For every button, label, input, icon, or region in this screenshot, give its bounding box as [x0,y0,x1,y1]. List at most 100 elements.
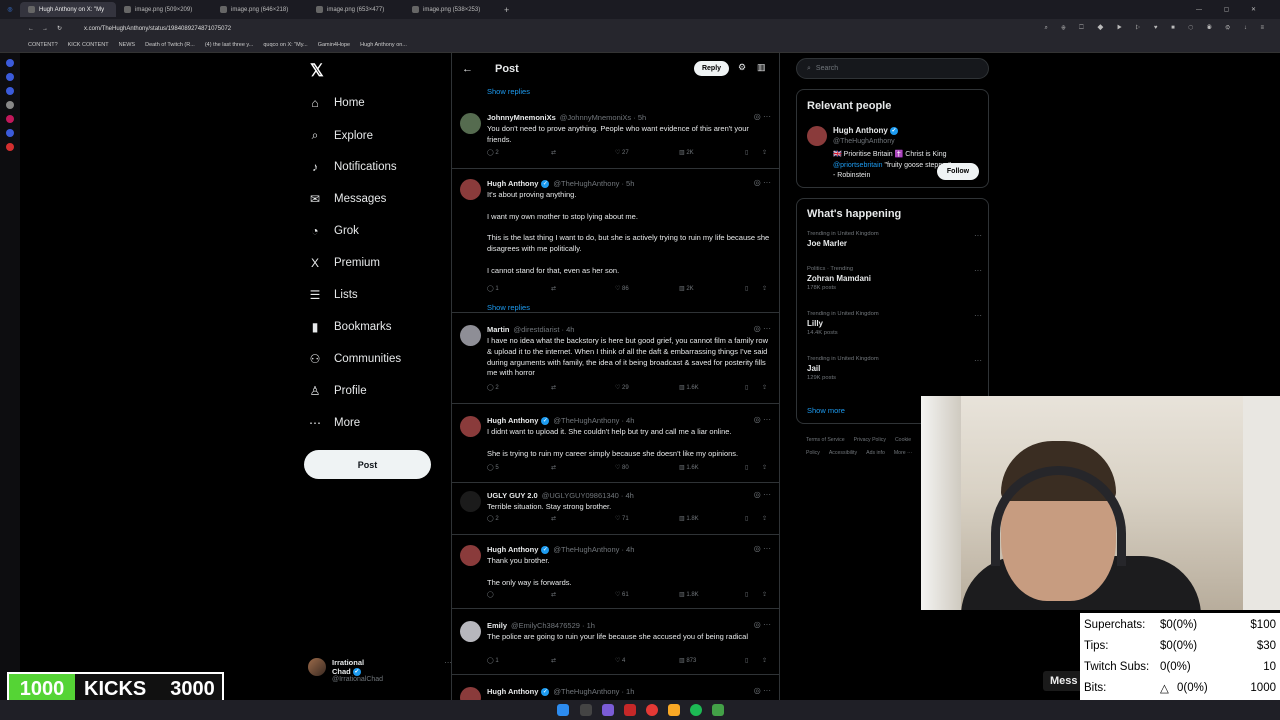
like-button[interactable]: ♡ 86 [615,285,629,292]
bookmark-item[interactable]: Hugh Anthony on... [360,42,407,48]
tweet-author-name[interactable]: Hugh Anthony [487,179,538,188]
bookmark-icon[interactable]: ▯ [745,515,748,522]
bookmark-item[interactable]: quqco on X: "My... [263,42,307,48]
tweet-avatar[interactable] [460,545,481,566]
app-icon[interactable] [624,704,636,716]
bookmark-icon[interactable]: ▯ [745,384,748,391]
url-field[interactable]: x.com/TheHughAnthony/status/198408927487… [84,26,231,32]
reload-icon[interactable]: ↻ [57,25,62,32]
tweet-avatar[interactable] [460,687,481,700]
settings-icon[interactable]: ⚙ [738,62,746,73]
show-replies-link[interactable]: Show replies [487,87,530,96]
tweet-more-icon[interactable]: ◎ ··· [754,112,771,121]
forward-icon[interactable]: → [42,26,48,32]
views-button[interactable]: ▥ 2K [679,285,694,292]
reply-button[interactable]: Reply [694,61,729,76]
views-button[interactable]: ▥ 1.8K [679,591,699,598]
reply-button[interactable]: ◯ 2 [487,515,499,522]
share-icon[interactable]: ⇪ [762,149,767,156]
share-icon[interactable]: ⇪ [762,464,767,471]
bookmark-item[interactable]: Death of Twitch (R... [145,42,195,48]
nav-item-more[interactable]: ⋯ More [308,416,360,430]
app-icon[interactable] [712,704,724,716]
person-name[interactable]: Hugh Anthony [833,126,888,135]
tweet-more-icon[interactable]: ◎ ··· [754,620,771,629]
new-tab-icon[interactable]: + [504,5,509,15]
trend-more-icon[interactable]: ··· [974,311,982,320]
tweet-author-name[interactable]: Hugh Anthony [487,545,538,554]
follow-button[interactable]: Follow [937,163,979,180]
person-bio-link[interactable]: @priortsebritain [833,162,883,169]
tweet-more-icon[interactable]: ◎ ··· [754,686,771,695]
bookmark-icon[interactable]: ▯ [745,657,748,664]
tweet-more-icon[interactable]: ◎ ··· [754,490,771,499]
tweet[interactable]: Martin @direstdiarist · 4h ◎ ··· I have no … [452,319,779,404]
sidebar-app-icon[interactable] [6,101,14,109]
reply-button[interactable]: ◯ [487,591,494,598]
like-button[interactable]: ♡ 80 [615,464,629,471]
footer-link[interactable]: More ··· [894,450,912,456]
tweet[interactable]: Emily @EmilyCh38476529 · 1h ◎ ··· The polic… [452,615,779,675]
browser-menu-icon[interactable]: ◎ [0,6,20,13]
like-button[interactable]: ♡ 4 [615,657,625,664]
repost-button[interactable]: ⇄ [551,515,556,522]
tweet-author-name[interactable]: Hugh Anthony [487,687,538,696]
repost-button[interactable]: ⇄ [551,285,556,292]
reply-button[interactable]: ◯ 2 [487,384,499,391]
trend-more-icon[interactable]: ··· [974,356,982,365]
footer-link[interactable]: Ads info [866,450,885,456]
tweet-more-icon[interactable]: ◎ ··· [754,544,771,553]
trend-item[interactable]: Trending in United Kingdom Joe Marler ··· [807,231,982,248]
app-icon[interactable] [602,704,614,716]
tweet-author-name[interactable]: Emily [487,621,507,630]
post-button[interactable]: Post [304,450,431,479]
bookmark-item[interactable]: Gamin4Hope [318,42,350,48]
tweet-avatar[interactable] [460,491,481,512]
tweet-more-icon[interactable]: ◎ ··· [754,324,771,333]
search-input[interactable]: ⌕ Search [796,58,989,79]
tweet[interactable]: JohnnyMnemoniXs @JohnnyMnemoniXs · 5h ◎ ··… [452,107,779,169]
browser-tab[interactable]: image.png (509×209) [116,2,212,17]
window-controls[interactable]: — ▢ ✕ [1196,6,1266,13]
tweet[interactable]: Hugh Anthony ✓ @TheHughAnthony · 4h ◎ ··· Th… [452,539,779,609]
sidebar-app-icon[interactable] [6,73,14,81]
sidebar-app-icon[interactable] [6,115,14,123]
tweet-more-icon[interactable]: ◎ ··· [754,178,771,187]
nav-item-home[interactable]: ⌂ Home [308,96,364,110]
tweet-author-name[interactable]: Martin [487,325,510,334]
nav-item-communities[interactable]: ⚇ Communities [308,352,402,366]
bookmark-item[interactable]: NEWS [119,42,136,48]
back-arrow-icon[interactable]: ← [462,63,473,75]
browser-tab[interactable]: Hugh Anthony on X: "My [20,2,116,17]
sidebar-app-icon[interactable] [6,87,14,95]
footer-link[interactable]: Privacy Policy [854,437,886,443]
share-icon[interactable]: ⇪ [762,285,767,292]
views-button[interactable]: ▥ 2K [679,149,694,156]
share-icon[interactable]: ⇪ [762,515,767,522]
browser-icon[interactable] [646,704,658,716]
tweet-avatar[interactable] [460,325,481,346]
tweet[interactable]: Hugh Anthony ✓ @TheHughAnthony · 5h ◎ ··· It… [452,173,779,313]
bookmark-item[interactable]: KICK CONTENT [68,42,109,48]
views-button[interactable]: ▥ 1.6K [679,464,699,471]
nav-item-premium[interactable]: X Premium [308,256,380,270]
nav-item-grok[interactable]: ◔ Grok [308,224,359,238]
trend-item[interactable]: Trending in United Kingdom Jail 129K posts… [807,356,982,381]
tweet-avatar[interactable] [460,621,481,642]
footer-link[interactable]: Accessibility [829,450,857,456]
like-button[interactable]: ♡ 29 [615,384,629,391]
nav-item-profile[interactable]: ♙ Profile [308,384,367,398]
trend-item[interactable]: Trending in United Kingdom Lilly 14.4K pos… [807,311,982,336]
nav-item-messages[interactable]: ✉ Messages [308,192,386,206]
repost-button[interactable]: ⇄ [551,384,556,391]
like-button[interactable]: ♡ 27 [615,149,629,156]
bookmark-icon[interactable]: ▯ [745,464,748,471]
share-icon[interactable]: ⇪ [762,591,767,598]
folder-icon[interactable] [668,704,680,716]
show-more-link[interactable]: Show more [807,406,845,415]
repost-button[interactable]: ⇄ [551,464,556,471]
person-avatar[interactable] [807,126,827,146]
extension-icons[interactable]: ⌕ ⊕ ☐ ◆ ▶ ▷ ♥ ■ ⬡ ◉ ⚙ ↓ ≡ [1045,25,1271,32]
back-icon[interactable]: ← [28,26,34,32]
trend-item[interactable]: Politics · Trending Zohran Mamdani 178K po… [807,266,982,291]
